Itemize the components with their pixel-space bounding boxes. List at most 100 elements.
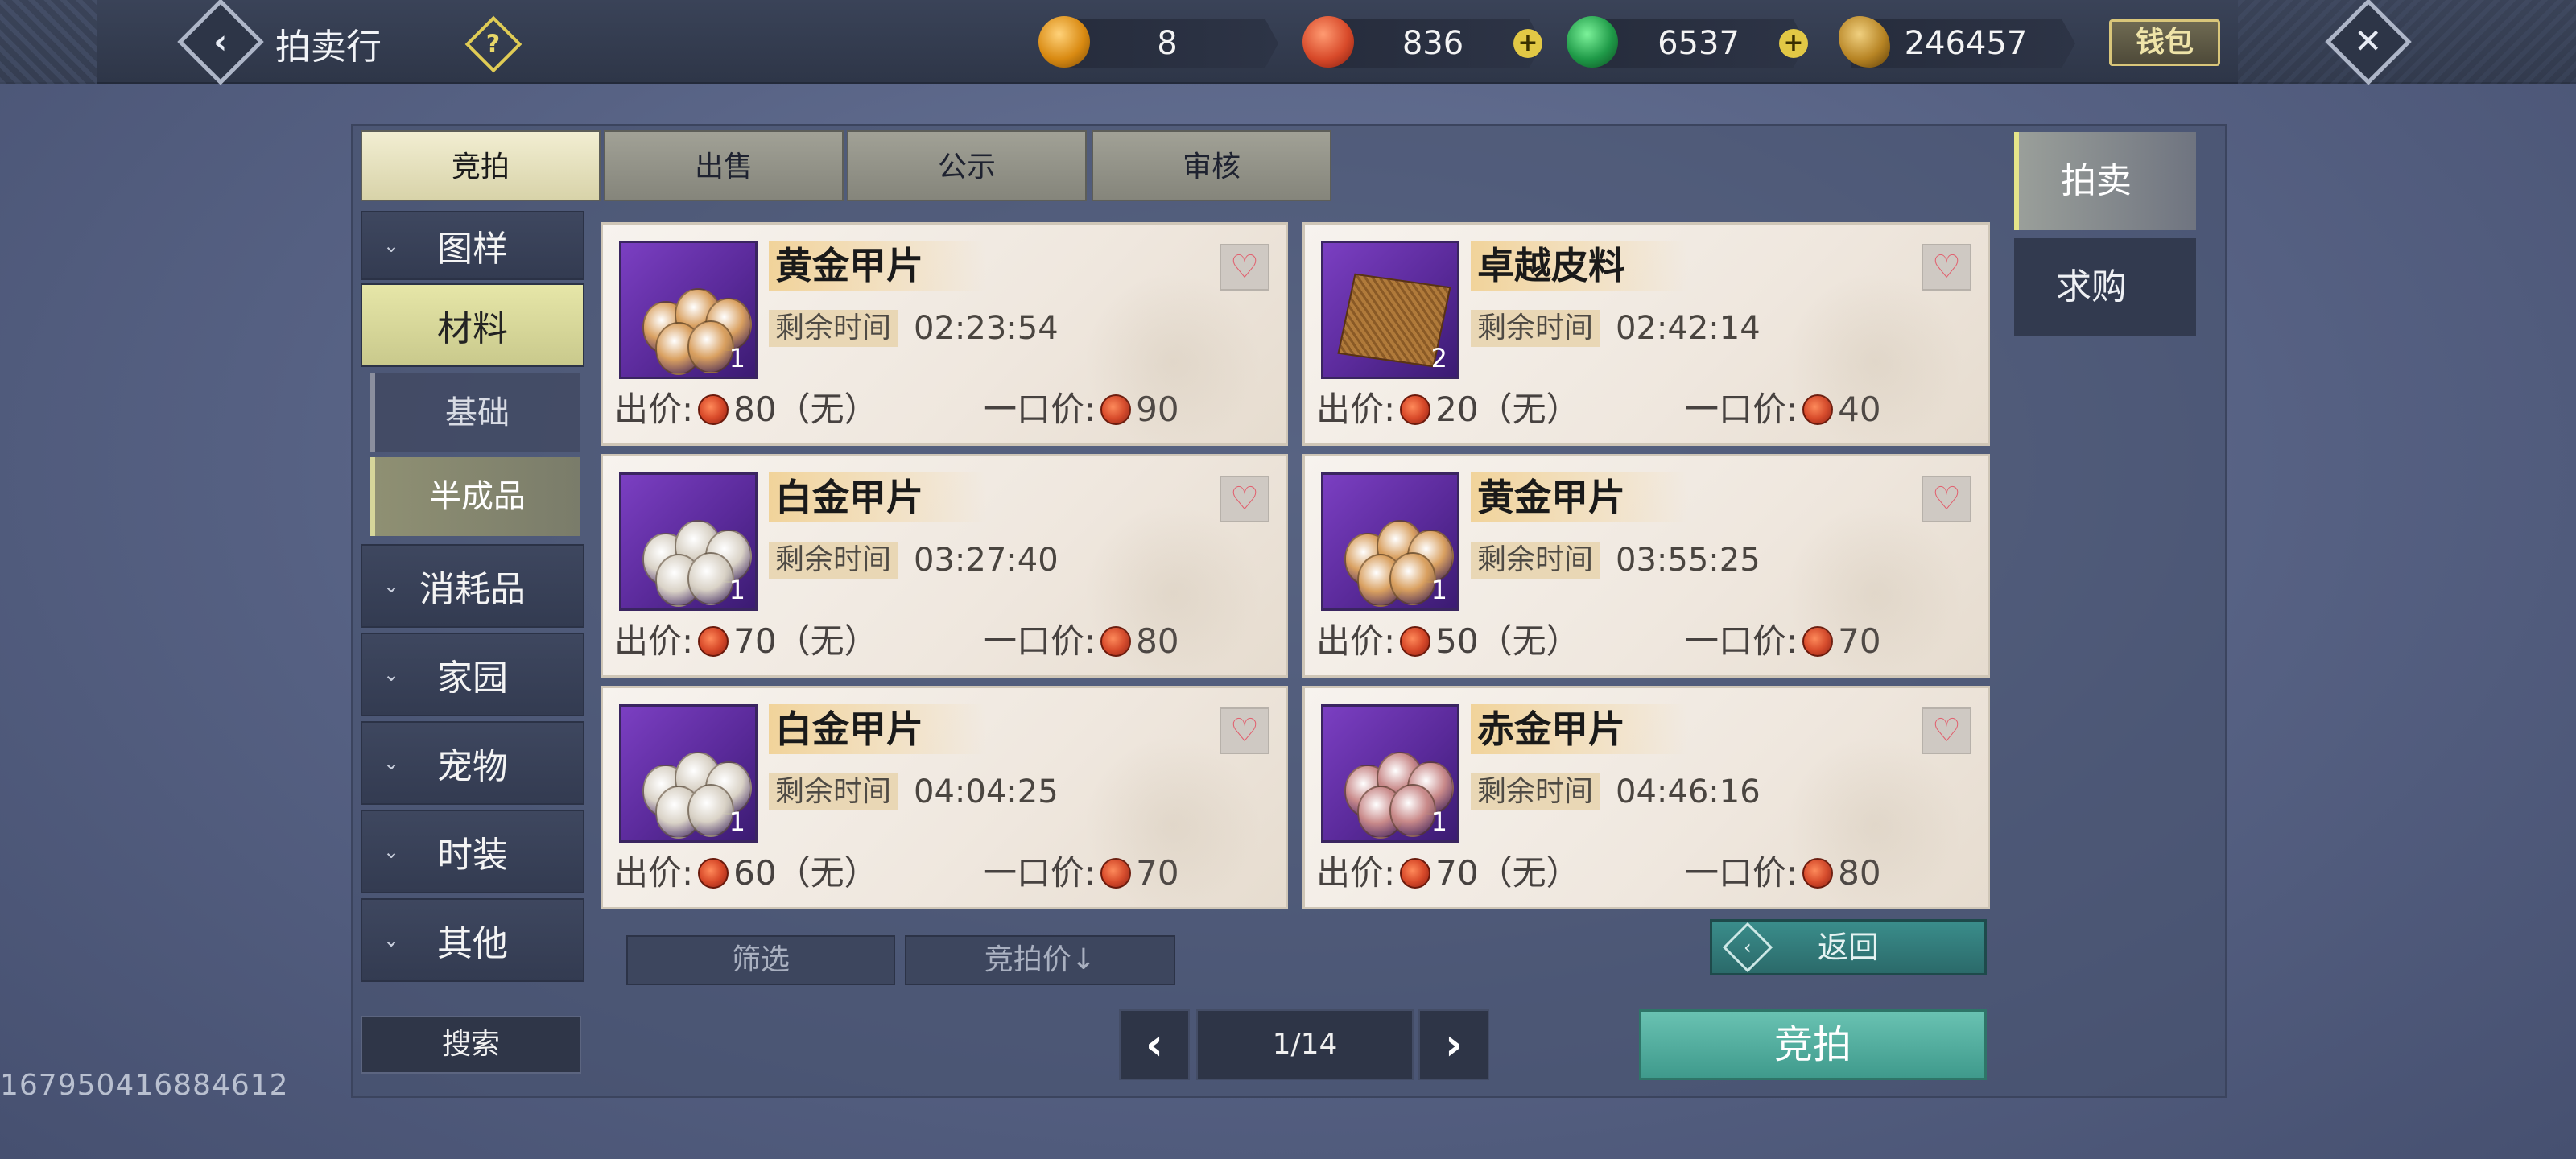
time-remaining-label: 剩余时间 [1471, 310, 1600, 347]
time-remaining-value: 02:42:14 [1616, 310, 1761, 347]
red-coin-icon [1400, 394, 1431, 425]
price-row: 出价: 80（无） 一口价: 90 [614, 384, 1274, 435]
item-icon: 1 [1321, 704, 1459, 843]
item-quantity: 1 [729, 575, 745, 605]
listing-card[interactable]: 1 黄金甲片剩余时间 02:23:54 ♡ 出价: 80（无） 一口价: 90 [601, 222, 1288, 446]
add-currency-button[interactable]: + [1779, 29, 1808, 58]
tab-wanted[interactable]: 求购 [2014, 238, 2196, 336]
favorite-heart-icon[interactable]: ♡ [1922, 707, 1971, 754]
bid-price: 出价: 60（无） [614, 853, 878, 893]
listing-card[interactable]: 1 赤金甲片剩余时间 04:46:16 ♡ 出价: 70（无） 一口价: 80 [1302, 686, 1990, 909]
time-remaining-label: 剩余时间 [769, 310, 898, 347]
sidebar-item-materials[interactable]: 材料 [361, 283, 584, 367]
favorite-heart-icon[interactable]: ♡ [1220, 244, 1269, 291]
red-coin-icon [1100, 625, 1132, 657]
red-coin-icon [1802, 394, 1834, 425]
scale-piece [687, 784, 734, 837]
item-icon: 1 [619, 472, 758, 611]
bid-price: 出价: 80（无） [614, 390, 878, 429]
bid-price: 出价: 20（无） [1316, 390, 1580, 429]
sidebar-subitem-semi-finished[interactable]: 半成品 [370, 457, 580, 536]
page-indicator: 1/14 [1196, 1009, 1414, 1080]
sidebar-item-home[interactable]: ⌄ 家园 [361, 633, 584, 716]
time-remaining-value: 04:46:16 [1616, 773, 1761, 810]
item-icon: 1 [1321, 472, 1459, 611]
time-remaining-label: 剩余时间 [1471, 542, 1600, 579]
chevron-left-icon: ‹ [213, 22, 228, 61]
close-icon: ✕ [2354, 21, 2383, 61]
item-name: 黄金甲片 [775, 244, 923, 287]
scale-piece [1389, 784, 1436, 837]
price-row: 出价: 50（无） 一口价: 70 [1316, 616, 1976, 667]
item-quantity: 1 [1430, 575, 1447, 605]
chevron-left-icon: ‹ [1722, 922, 1773, 973]
bid-price: 出价: 70（无） [1316, 853, 1580, 893]
time-remaining-label: 剩余时间 [769, 773, 898, 810]
sidebar-item-pets[interactable]: ⌄ 宠物 [361, 721, 584, 805]
currency-value: 8 [1157, 25, 1178, 62]
item-quantity: 1 [729, 806, 745, 837]
price-row: 出价: 70（无） 一口价: 80 [614, 616, 1274, 667]
page-title: 拍卖行 [275, 27, 382, 68]
bid-price: 出价: 70（无） [614, 621, 878, 661]
item-icon: 1 [619, 704, 758, 843]
item-icon: 1 [619, 241, 758, 379]
item-name: 白金甲片 [775, 476, 923, 519]
sidebar-item-patterns[interactable]: ⌄ 图样 [361, 211, 584, 280]
currency-value: 246457 [1904, 25, 2028, 62]
currency-value: 6537 [1657, 25, 1740, 62]
item-icon: 2 [1321, 241, 1459, 379]
filter-button[interactable]: 筛选 [626, 935, 895, 985]
scale-piece [687, 552, 734, 605]
item-quantity: 1 [1430, 806, 1447, 837]
scale-piece [1389, 552, 1436, 605]
red-coin-icon [698, 394, 729, 425]
sidebar-item-other[interactable]: ⌄ 其他 [361, 898, 584, 982]
sidebar-item-consumables[interactable]: ⌄ 消耗品 [361, 544, 584, 628]
sort-button[interactable]: 竞拍价↓ [905, 935, 1175, 985]
tab-auction[interactable]: 拍卖 [2014, 132, 2196, 230]
favorite-heart-icon[interactable]: ♡ [1220, 707, 1269, 754]
time-remaining-label: 剩余时间 [769, 542, 898, 579]
time-remaining-value: 03:55:25 [1616, 542, 1761, 579]
favorite-heart-icon[interactable]: ♡ [1922, 476, 1971, 522]
tab-bid[interactable]: 竞拍 [361, 130, 601, 201]
item-name: 黄金甲片 [1477, 476, 1625, 519]
time-remaining-value: 03:27:40 [914, 542, 1059, 579]
red-coin-icon [698, 625, 729, 657]
add-currency-button[interactable]: + [1513, 29, 1542, 58]
favorite-heart-icon[interactable]: ♡ [1922, 244, 1971, 291]
tab-sell[interactable]: 出售 [604, 130, 844, 201]
time-remaining-value: 02:23:54 [914, 310, 1059, 347]
red-coin-icon [1100, 394, 1132, 425]
buyout-price: 一口价: 40 [1685, 390, 1881, 429]
time-remaining-label: 剩余时间 [1471, 773, 1600, 810]
jade-coin-icon [1567, 16, 1618, 68]
sidebar-item-fashion[interactable]: ⌄ 时装 [361, 810, 584, 893]
red-coin-icon [1802, 625, 1834, 657]
return-button[interactable]: ‹ 返回 [1710, 919, 1987, 975]
tab-review[interactable]: 审核 [1092, 130, 1331, 201]
bid-button[interactable]: 竞拍 [1639, 1009, 1987, 1080]
listing-card[interactable]: 1 白金甲片 剩余时间 04:04:25 ♡ 出价: 60（无） 一口价: 70 [601, 686, 1288, 909]
listing-card[interactable]: 1 黄金甲片剩余时间 03:55:25 ♡ 出价: 50（无） 一口价: 70 [1302, 454, 1990, 678]
corner-ornament [0, 0, 97, 84]
price-row: 出价: 20（无） 一口价: 40 [1316, 384, 1976, 435]
next-page-button[interactable]: › [1418, 1009, 1489, 1080]
listing-card[interactable]: 1 白金甲片剩余时间 03:27:40 ♡ 出价: 70（无） 一口价: 80 [601, 454, 1288, 678]
wallet-button[interactable]: 钱包 [2109, 19, 2220, 66]
buyout-price: 一口价: 80 [1685, 853, 1881, 893]
listing-card[interactable]: 2 卓越皮料 剩余时间 02:42:14 ♡ 出价: 20（无） 一口价: 40 [1302, 222, 1990, 446]
buyout-price: 一口价: 80 [983, 621, 1179, 661]
item-quantity: 2 [1430, 343, 1447, 373]
bid-price: 出价: 50（无） [1316, 621, 1580, 661]
favorite-heart-icon[interactable]: ♡ [1220, 476, 1269, 522]
sidebar-subitem-basic[interactable]: 基础 [370, 373, 580, 452]
buyout-price: 一口价: 70 [1685, 621, 1881, 661]
tab-public[interactable]: 公示 [847, 130, 1087, 201]
prev-page-button[interactable]: ‹ [1119, 1009, 1190, 1080]
search-button[interactable]: 搜索 [361, 1016, 581, 1074]
item-name: 赤金甲片 [1477, 707, 1625, 751]
scale-piece [687, 320, 734, 373]
red-coin-icon [1302, 16, 1354, 68]
